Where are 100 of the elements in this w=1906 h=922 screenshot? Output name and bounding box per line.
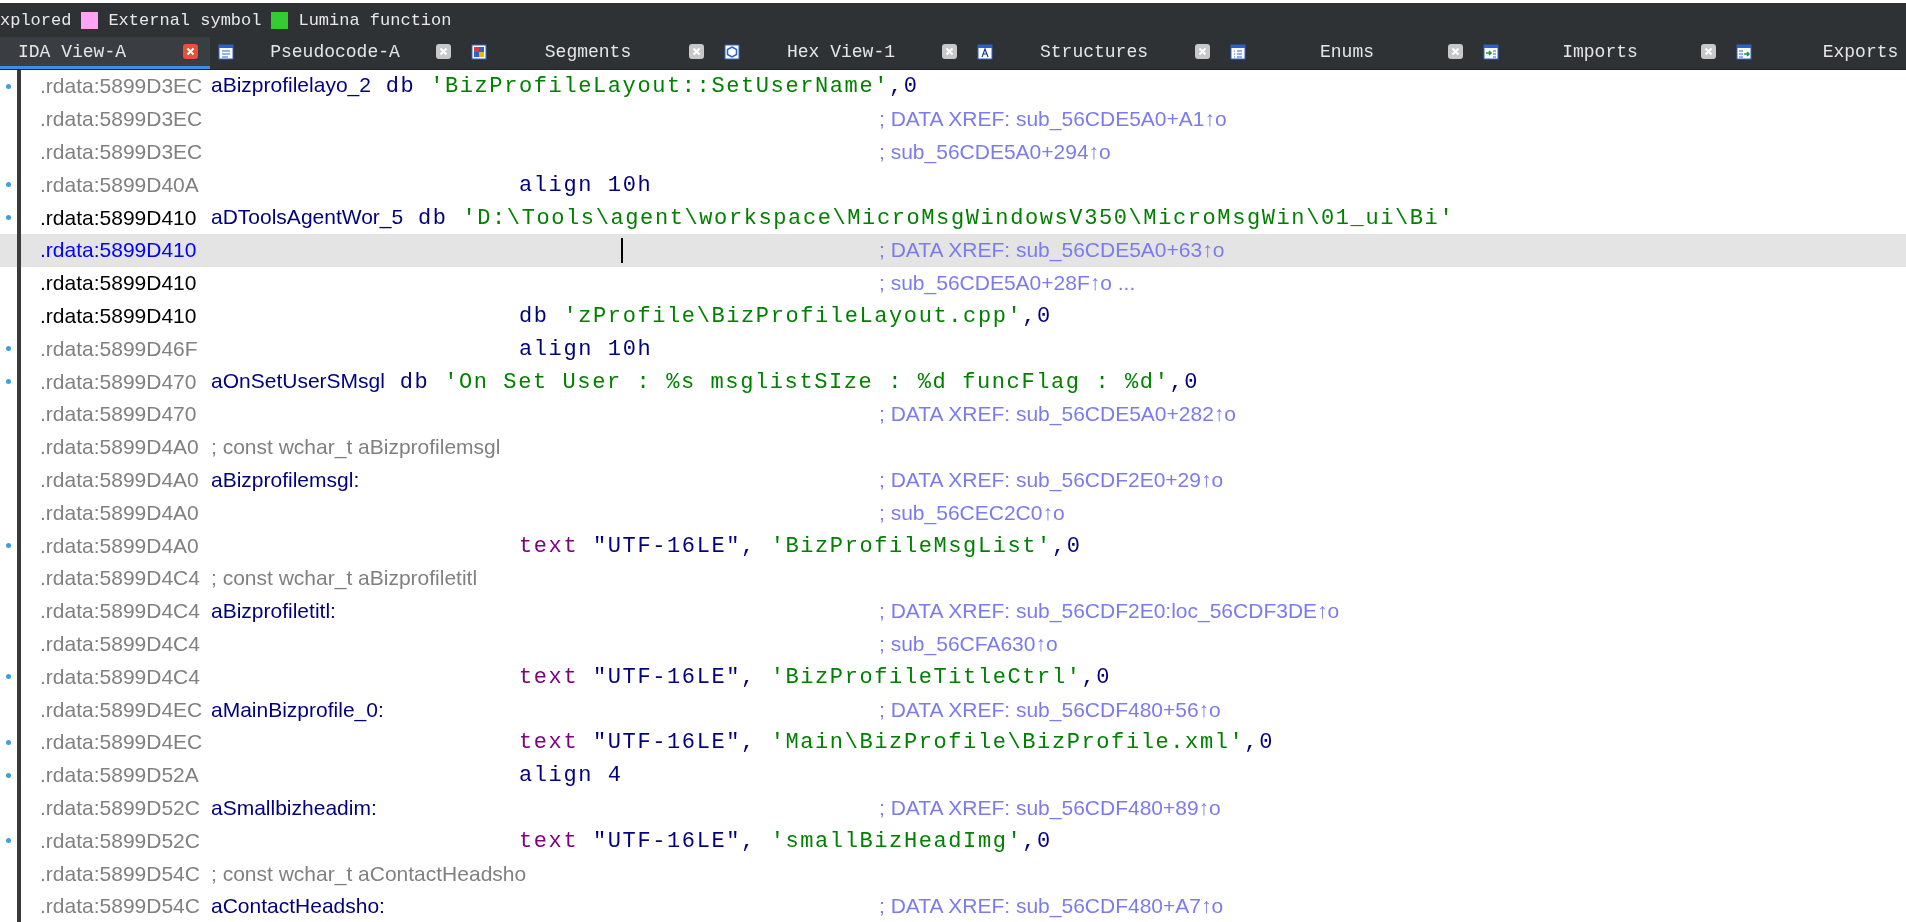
xref-comment: ; DATA XREF: sub_56CDF2E0:loc_56CDF3DE↑o xyxy=(879,599,1340,624)
code-token: 'On Set User : %s msglistSIze : %d funcFlag : %d' xyxy=(444,369,1170,395)
code-token: aContactHeadsho: xyxy=(211,894,385,918)
view-tab[interactable]: Structures xyxy=(969,37,1222,69)
code-token: ,0 xyxy=(889,74,919,100)
address-text: .rdata:5899D54C xyxy=(40,894,201,919)
view-tab[interactable]: Segments xyxy=(463,37,716,69)
list-icon xyxy=(1230,43,1246,60)
code-token: aBizprofiletitl: xyxy=(211,599,336,623)
close-icon[interactable] xyxy=(1195,44,1210,59)
address-text: .rdata:5899D4C4 xyxy=(40,631,201,656)
code-token: 4 xyxy=(607,763,623,789)
hexagon-icon xyxy=(724,43,740,60)
xref-comment: ; sub_56CFA630↑o xyxy=(879,631,1058,656)
view-tab[interactable]: Exports xyxy=(1728,37,1906,69)
address-text: .rdata:5899D410 xyxy=(40,238,198,263)
code-token: aBizprofilelayo_2 xyxy=(211,73,371,97)
text-cursor xyxy=(621,238,623,263)
code-token: db xyxy=(398,369,431,395)
address-text: .rdata:5899D4C4 xyxy=(40,599,201,624)
address-text: .rdata:5899D4A0 xyxy=(40,467,200,492)
code-token: text xyxy=(519,533,580,559)
code-token: align xyxy=(519,336,594,362)
code-token: 'BizProfileLayout::SetUserName' xyxy=(430,74,890,100)
address-text: .rdata:5899D40A xyxy=(40,172,200,197)
code-token: aMainBizprofile_0: xyxy=(211,697,384,721)
code-token: "UTF-16LE", xyxy=(593,664,757,690)
code-token: 'BizProfileMsgList' xyxy=(770,533,1052,559)
address-text: .rdata:5899D470 xyxy=(40,402,198,427)
address-text: .rdata:5899D3EC xyxy=(40,140,204,164)
xref-comment: ; DATA XREF: sub_56CDF480+A7↑o xyxy=(879,894,1224,919)
xref-comment: ; DATA XREF: sub_56CDF480+89↑o xyxy=(879,795,1221,820)
address-text: .rdata:5899D4EC xyxy=(40,697,204,722)
code-token: aBizprofilemsgl: xyxy=(211,467,360,491)
address-text: .rdata:5899D470 xyxy=(40,369,198,394)
grid-icon xyxy=(471,43,487,60)
code-token: 10h xyxy=(607,336,653,362)
xref-comment: ; sub_56CEC2C0↑o xyxy=(879,500,1065,525)
view-tab[interactable]: Hex View-1 xyxy=(716,37,969,69)
arrow-out-icon xyxy=(1736,43,1752,60)
code-token: align xyxy=(519,763,594,789)
close-icon[interactable] xyxy=(689,44,704,59)
address-text: .rdata:5899D52C xyxy=(40,795,201,820)
address-text: .rdata:5899D52C xyxy=(40,828,201,853)
code-token: aSmallbizheadim: xyxy=(211,795,377,819)
address-text: .rdata:5899D54C xyxy=(40,861,201,886)
xref-comment: ; sub_56CDE5A0+28F↑o ... xyxy=(879,271,1136,296)
code-token: 'zProfile\BizProfileLayout.cpp' xyxy=(563,303,1023,329)
code-token: 'D:\Tools\agent\workspace\MicroMsgWindowsV350\MicroMsgWin\01_ui\Bi' xyxy=(462,205,1455,231)
close-icon[interactable] xyxy=(1701,44,1716,59)
code-token: db xyxy=(417,205,449,231)
close-icon[interactable] xyxy=(1448,44,1463,59)
close-icon[interactable] xyxy=(942,44,957,59)
code-token: 'BizProfileTitleCtrl' xyxy=(770,664,1082,690)
view-tab[interactable]: Imports xyxy=(1475,37,1728,69)
address-text: .rdata:5899D52A xyxy=(40,763,200,788)
view-tab[interactable]: IDA View-A xyxy=(0,37,210,69)
code-token: ,0 xyxy=(1244,730,1274,756)
xref-comment: ; sub_56CDE5A0+294↑o xyxy=(879,140,1111,164)
arrow-in-icon xyxy=(1483,43,1499,60)
xref-comment: ; DATA XREF: sub_56CDE5A0+282↑o xyxy=(879,402,1236,427)
xref-comment: ; DATA XREF: sub_56CDF2E0+29↑o xyxy=(879,467,1224,492)
close-icon[interactable] xyxy=(183,44,198,59)
code-token: ,0 xyxy=(1022,303,1052,329)
address-text: .rdata:5899D4A0 xyxy=(40,500,200,525)
view-tab[interactable]: Enums xyxy=(1222,37,1475,69)
address-text: .rdata:5899D4C4 xyxy=(40,566,201,591)
letter-icon xyxy=(977,43,993,60)
legend-label: Lumina function xyxy=(298,10,452,30)
code-token: ,0 xyxy=(1169,369,1200,395)
code-token: text xyxy=(519,664,580,690)
code-token: text xyxy=(519,730,580,756)
xref-comment: ; DATA XREF: sub_56CDE5A0+A1↑o xyxy=(879,107,1227,132)
address-text: .rdata:5899D4A0 xyxy=(40,435,200,460)
address-text: .rdata:5899D3EC xyxy=(40,107,204,132)
code-token: text xyxy=(519,828,580,854)
code-token: "UTF-16LE", xyxy=(593,533,757,559)
code-token: 'Main\BizProfile\BizProfile.xml' xyxy=(770,730,1245,756)
address-text: .rdata:5899D4A0 xyxy=(40,533,200,558)
xref-comment: ; DATA XREF: sub_56CDF480+56↑o xyxy=(879,697,1221,722)
address-text: .rdata:5899D3EC xyxy=(40,74,204,99)
address-text: .rdata:5899D46F xyxy=(40,336,199,361)
address-text: .rdata:5899D410 xyxy=(40,303,198,328)
address-text: .rdata:5899D4C4 xyxy=(40,664,201,689)
code-token: align xyxy=(519,172,594,198)
address-text: .rdata:5899D410 xyxy=(40,271,198,296)
code-token: ; const wchar_t aContactHeadsho xyxy=(211,861,527,885)
code-token: "UTF-16LE", xyxy=(593,730,757,756)
code-token: ; const wchar_t aBizprofilemsgl xyxy=(211,435,501,459)
view-tab[interactable]: Pseudocode-A xyxy=(210,37,463,69)
code-token: ; const wchar_t aBizprofiletitl xyxy=(211,566,478,590)
close-icon[interactable] xyxy=(436,44,451,59)
address-text: .rdata:5899D4EC xyxy=(40,730,204,755)
code-token: ,0 xyxy=(1022,828,1052,854)
code-token: "UTF-16LE", xyxy=(593,828,757,854)
code-token: 10h xyxy=(607,172,653,198)
code-token: aOnSetUserSMsgl xyxy=(211,368,385,392)
code-token: aDToolsAgentWor_5 xyxy=(211,204,404,228)
code-token: db xyxy=(519,303,550,329)
legend-label: External symbol xyxy=(108,10,262,30)
